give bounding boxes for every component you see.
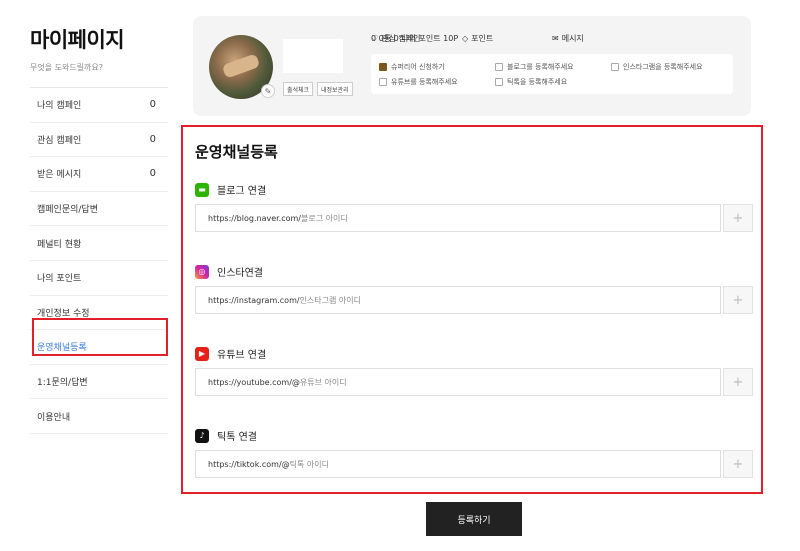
instagram-url-field[interactable]: https://instagram.com/	[195, 286, 721, 314]
checklist-label: 인스타그램을 등록해주세요	[623, 63, 703, 71]
url-prefix: https://blog.naver.com/	[208, 213, 301, 223]
attendance-button[interactable]: 출석체크	[283, 82, 314, 96]
youtube-icon: ▶	[195, 346, 209, 361]
checklist-item[interactable]: 블로그를 등록해주세요	[495, 62, 574, 72]
panel-title: 운영채널등록	[195, 143, 278, 161]
sidebar-item-label: 개인정보 수정	[37, 308, 90, 319]
add-tiktok-button[interactable]: +	[723, 450, 753, 478]
sidebar-item-label: 1:1문의/답변	[37, 378, 88, 389]
channel-register-panel: 운영채널등록 ▬ 블로그 연결 https://blog.naver.com/ …	[181, 125, 763, 494]
stat-message[interactable]: ✉ 메시지	[552, 33, 584, 44]
channel-label-text: 유튜브 연결	[217, 350, 267, 361]
profile-card: ✎ 출석체크 내정보관리 ♡ 관심 캠페인 0 ◇ 포인트 0통 ✉ 메시지 0…	[193, 16, 751, 116]
blog-icon: ▬	[195, 182, 209, 197]
sidebar-item-count: 0	[149, 133, 156, 145]
sidebar-item-label: 이용안내	[37, 412, 71, 423]
sidebar-item-label: 페널티 현황	[37, 239, 82, 250]
checklist-label: 슈퍼리어 신청하기	[391, 63, 445, 71]
stat-label: 포인트	[471, 34, 494, 43]
message-icon: ✉	[552, 34, 559, 43]
profile-stats: ♡ 관심 캠페인 0 ◇ 포인트 0통 ✉ 메시지 0 나의 포인트 10P	[371, 33, 731, 47]
sidebar-item-guide[interactable]: 이용안내	[30, 399, 168, 434]
sidebar-item-label: 관심 캠페인	[37, 135, 82, 146]
instagram-icon: ◎	[195, 264, 209, 279]
url-prefix: https://youtube.com/@	[208, 377, 300, 387]
sidebar-item-label: 나의 캠페인	[37, 101, 82, 112]
page-subtitle: 무엇을 도와드릴까요?	[30, 63, 104, 72]
sidebar-item-campaign-inquiry[interactable]: 캠페인문의/답변	[30, 192, 168, 227]
sidebar-item-label: 캠페인문의/답변	[37, 205, 98, 216]
sidebar-item-one-on-one[interactable]: 1:1문의/답변	[30, 365, 168, 400]
pencil-icon[interactable]: ✎	[261, 84, 275, 98]
url-prefix: https://instagram.com/	[208, 295, 300, 305]
blog-id-input[interactable]	[301, 213, 501, 223]
channel-label-text: 틱톡 연결	[217, 432, 257, 443]
sidebar: 마이페이지 무엇을 도와드릴까요? 나의 캠페인 0 관심 캠페인 0 받은 메…	[30, 24, 168, 434]
channel-label-tiktok: ♪ 틱톡 연결	[195, 428, 257, 443]
stat-points[interactable]: ◇ 포인트	[462, 33, 493, 44]
sidebar-item-label: 받은 메시지	[37, 170, 82, 181]
checklist-item[interactable]: 인스타그램을 등록해주세요	[611, 62, 703, 72]
youtube-url-field[interactable]: https://youtube.com/@	[195, 368, 721, 396]
stat-interest[interactable]: ♡ 관심 캠페인	[371, 33, 421, 44]
tiktok-icon: ♪	[195, 428, 209, 443]
youtube-id-input[interactable]	[299, 377, 500, 387]
channel-label-instagram: ◎ 인스타연결	[195, 264, 263, 279]
sidebar-item-my-campaign[interactable]: 나의 캠페인 0	[30, 88, 168, 123]
active-highlight-box	[32, 318, 168, 356]
checkbox[interactable]	[379, 63, 387, 71]
sidebar-item-messages[interactable]: 받은 메시지 0	[30, 157, 168, 192]
my-info-button[interactable]: 내정보관리	[317, 82, 353, 96]
sidebar-menu: 나의 캠페인 0 관심 캠페인 0 받은 메시지 0 캠페인문의/답변 페널티 …	[30, 87, 168, 434]
checkbox[interactable]	[495, 63, 503, 71]
page-title: 마이페이지	[30, 28, 125, 52]
sidebar-item-count: 0	[149, 99, 156, 111]
url-prefix: https://tiktok.com/@	[208, 459, 290, 469]
checkbox[interactable]	[379, 78, 387, 86]
channel-label-youtube: ▶ 유튜브 연결	[195, 346, 266, 361]
checklist-label: 틱톡을 등록해주세요	[507, 78, 568, 86]
channel-label-blog: ▬ 블로그 연결	[195, 182, 266, 197]
checklist-item[interactable]: 틱톡을 등록해주세요	[495, 77, 567, 87]
point-icon: ◇	[462, 34, 469, 43]
sidebar-item-count: 0	[149, 168, 156, 180]
checkbox[interactable]	[611, 63, 619, 71]
heart-icon: ♡	[371, 34, 379, 43]
sidebar-item-penalty[interactable]: 페널티 현황	[30, 226, 168, 261]
checkbox[interactable]	[495, 78, 503, 86]
blog-url-field[interactable]: https://blog.naver.com/	[195, 204, 721, 232]
sidebar-item-label: 나의 포인트	[37, 274, 82, 285]
onboarding-checklist: 슈퍼리어 신청하기 블로그를 등록해주세요 인스타그램을 등록해주세요 유튜브를…	[371, 54, 733, 94]
add-instagram-button[interactable]: +	[723, 286, 753, 314]
register-button[interactable]: 등록하기	[426, 502, 522, 536]
profile-name-box	[283, 39, 343, 73]
instagram-id-input[interactable]	[299, 295, 500, 305]
tiktok-url-field[interactable]: https://tiktok.com/@	[195, 450, 721, 478]
tiktok-id-input[interactable]	[289, 459, 490, 469]
sidebar-item-points[interactable]: 나의 포인트	[30, 261, 168, 296]
checklist-label: 유튜브를 등록해주세요	[391, 78, 458, 86]
channel-label-text: 인스타연결	[217, 268, 263, 279]
checklist-item[interactable]: 유튜브를 등록해주세요	[379, 77, 458, 87]
checklist-label: 블로그를 등록해주세요	[507, 63, 574, 71]
add-youtube-button[interactable]: +	[723, 368, 753, 396]
stat-value: 10P	[443, 34, 459, 43]
stat-label: 관심 캠페인	[381, 34, 421, 43]
checklist-item[interactable]: 슈퍼리어 신청하기	[379, 62, 445, 72]
stat-label: 메시지	[561, 34, 584, 43]
channel-label-text: 블로그 연결	[217, 186, 267, 197]
sidebar-item-interest-campaign[interactable]: 관심 캠페인 0	[30, 123, 168, 158]
add-blog-button[interactable]: +	[723, 204, 753, 232]
